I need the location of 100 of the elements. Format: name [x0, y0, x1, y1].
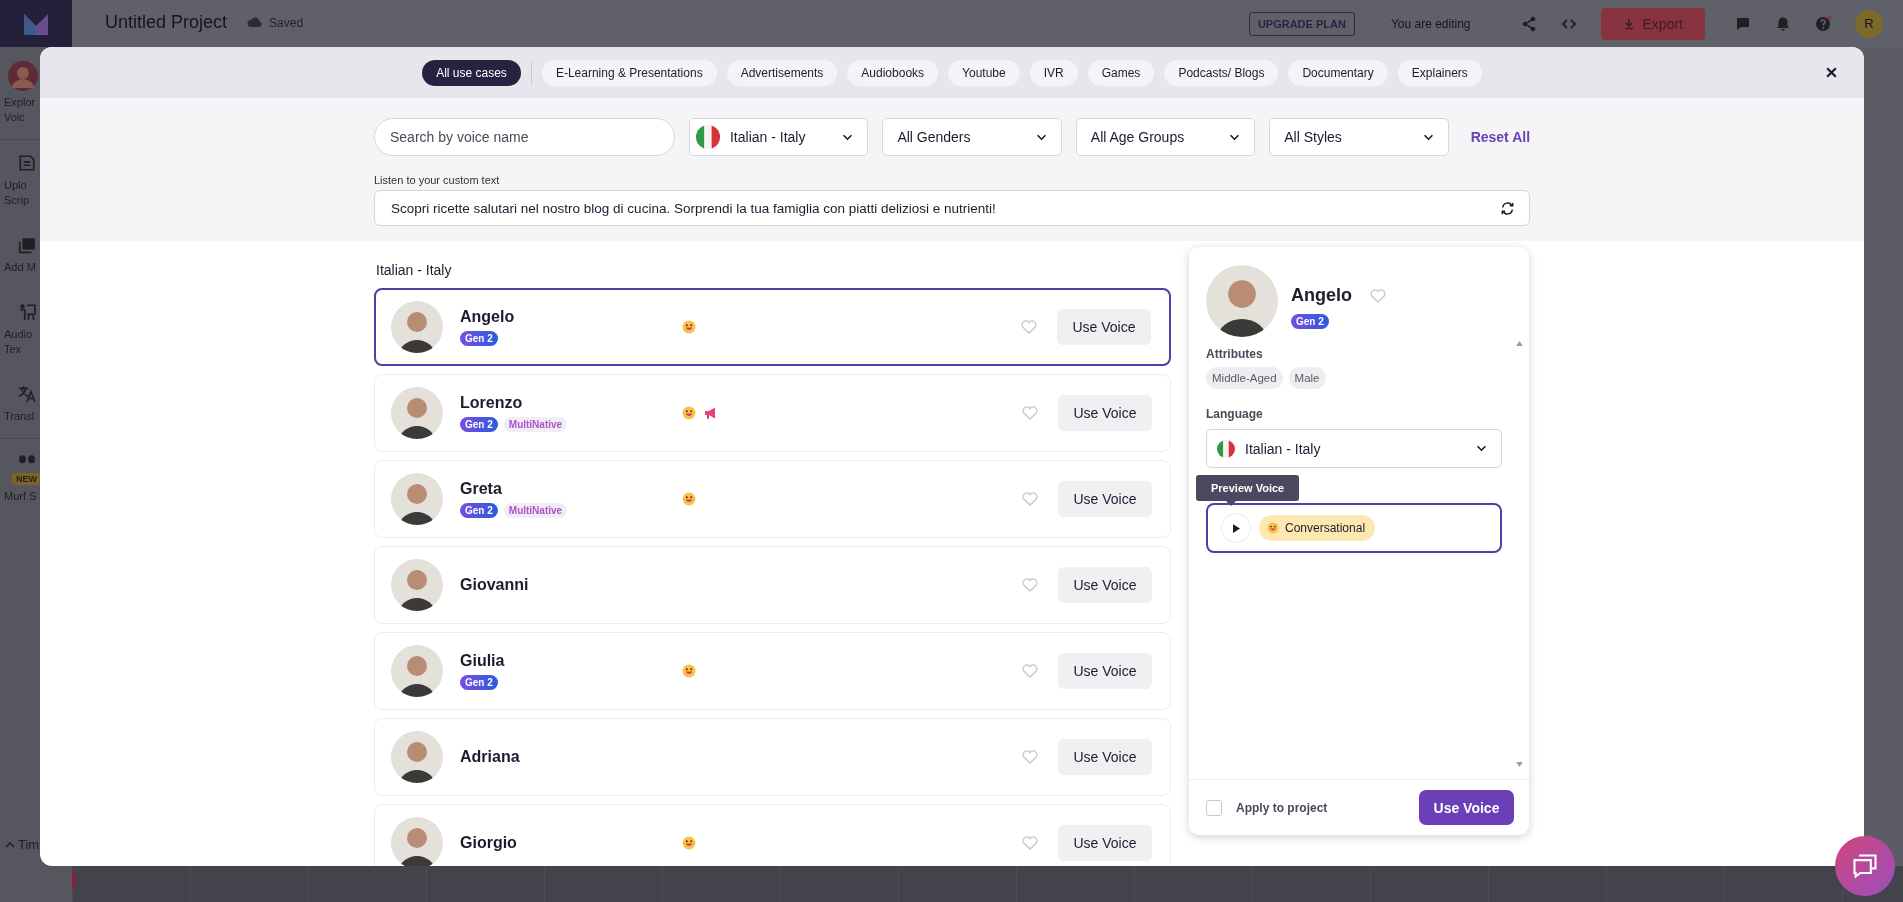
use-voice-button[interactable]: Use Voice — [1058, 481, 1152, 517]
translate-icon[interactable] — [18, 385, 36, 403]
media-icon[interactable] — [18, 236, 36, 254]
language-label: Language — [1206, 407, 1264, 421]
style-option[interactable]: Conversational — [1206, 503, 1502, 553]
chevron-down-icon — [842, 133, 854, 141]
presenter-icon[interactable] — [18, 303, 36, 321]
voice-name: Giulia — [460, 652, 506, 670]
use-voice-button[interactable]: Use Voice — [1058, 739, 1152, 775]
use-voice-button[interactable]: Use Voice — [1419, 790, 1514, 825]
share-icon[interactable] — [1520, 15, 1537, 32]
apply-checkbox[interactable] — [1206, 799, 1222, 816]
italy-flag-icon — [1217, 439, 1235, 458]
voice-card[interactable]: Greta Gen 2 MultiNative Use Voice — [374, 460, 1171, 538]
use-voice-button[interactable]: Use Voice — [1058, 653, 1152, 689]
use-case-tab[interactable]: Explainers — [1397, 59, 1482, 86]
heart-icon[interactable] — [1022, 750, 1038, 764]
play-icon — [1232, 523, 1240, 533]
custom-text-field[interactable]: Scopri ricette salutari nel nostro blog di cucina. Sorprendi la tua famiglia con piatti deliziosi e nutrienti! — [374, 190, 1530, 226]
filter-dropdown[interactable]: All Styles — [1269, 118, 1449, 156]
use-case-tab[interactable]: Audiobooks — [847, 59, 939, 86]
voice-card[interactable]: Angelo Gen 2 Use Voice — [374, 288, 1171, 366]
use-case-tab[interactable]: E-Learning & Presentations — [541, 59, 717, 86]
attribute-tag: Middle-Aged — [1206, 367, 1283, 389]
heart-icon[interactable] — [1021, 320, 1037, 334]
voice-card[interactable]: Giovanni Use Voice — [374, 546, 1171, 624]
use-case-tab[interactable]: Documentary — [1288, 59, 1388, 86]
multinative-badge: MultiNative — [503, 503, 568, 518]
avatar[interactable] — [8, 61, 38, 91]
voice-card[interactable]: Adriana Use Voice — [374, 718, 1171, 796]
voice-card[interactable]: Giulia Gen 2 Use Voice — [374, 632, 1171, 710]
list-heading: Italian - Italy — [375, 262, 453, 278]
use-case-tab[interactable]: All use cases — [422, 59, 521, 86]
use-voice-button[interactable]: Use Voice — [1057, 309, 1151, 345]
chevron-down-icon — [1229, 133, 1241, 141]
heart-icon[interactable] — [1022, 406, 1038, 420]
heart-icon[interactable] — [1022, 836, 1038, 850]
refresh-icon[interactable] — [1500, 200, 1515, 216]
custom-text-label: Listen to your custom text — [374, 174, 501, 186]
tooltip: Preview Voice — [1196, 475, 1300, 501]
cloud-icon — [247, 17, 264, 28]
smiley-icon — [682, 664, 696, 678]
voice-name: Giovanni — [460, 576, 530, 594]
close-icon[interactable] — [1825, 66, 1838, 79]
play-button[interactable] — [1221, 513, 1251, 543]
heart-icon[interactable] — [1022, 492, 1038, 506]
chat-icon[interactable] — [1735, 15, 1751, 32]
voice-name: Adriana — [460, 748, 521, 766]
multinative-badge: MultiNative — [503, 417, 568, 432]
avatar — [391, 559, 443, 611]
save-status: Saved — [269, 15, 304, 30]
chevron-down-icon — [1476, 445, 1487, 452]
caret-icon[interactable] — [5, 841, 15, 848]
use-case-tab[interactable]: Games — [1087, 59, 1155, 86]
attribute-tag: Male — [1288, 367, 1326, 389]
tooltip-pointer — [1226, 501, 1236, 506]
reset-all-link[interactable]: Reset All — [1470, 129, 1531, 145]
voice-name: Angelo — [1291, 285, 1352, 306]
playhead-marker — [72, 870, 76, 890]
gen-badge: Gen 2 — [460, 675, 498, 690]
use-case-tab[interactable]: IVR — [1029, 59, 1078, 86]
scroll-up-icon[interactable] — [1516, 341, 1523, 346]
use-case-tab[interactable]: Podcasts/ Blogs — [1164, 59, 1279, 86]
language-dropdown[interactable]: Italian - Italy — [1206, 429, 1502, 468]
avatar — [391, 301, 443, 353]
bell-icon[interactable] — [1775, 15, 1791, 32]
heart-icon[interactable] — [1370, 288, 1386, 303]
heart-icon[interactable] — [1022, 664, 1038, 678]
editing-label: You are editing — [1390, 16, 1471, 31]
use-voice-button[interactable]: Use Voice — [1058, 567, 1152, 603]
download-icon — [1622, 17, 1635, 30]
use-voice-button[interactable]: Use Voice — [1058, 825, 1152, 861]
smiley-icon — [682, 406, 696, 420]
italy-flag-icon — [695, 125, 720, 149]
avatar — [391, 731, 443, 783]
style-label: Conversational — [1285, 521, 1366, 535]
filter-dropdown[interactable]: All Age Groups — [1075, 118, 1256, 156]
smiley-icon — [682, 492, 696, 506]
voice-card[interactable]: Lorenzo Gen 2 MultiNative Use Voice — [374, 374, 1171, 452]
use-voice-button[interactable]: Use Voice — [1058, 395, 1152, 431]
voice-card[interactable]: Giorgio Use Voice — [374, 804, 1171, 866]
avatar — [391, 645, 443, 697]
avatar — [1206, 265, 1278, 337]
filter-dropdown[interactable]: All Genders — [882, 118, 1062, 156]
filter-dropdown[interactable]: Italian - Italy — [688, 118, 869, 156]
search-field[interactable]: Search by voice name — [374, 118, 675, 156]
avatar — [391, 387, 443, 439]
smiley-icon — [1267, 522, 1279, 534]
voice-name: Lorenzo — [460, 394, 524, 412]
scroll-down-icon[interactable] — [1516, 762, 1523, 767]
gen-badge: Gen 2 — [460, 503, 498, 518]
apply-label[interactable]: Apply to project — [1236, 800, 1328, 815]
help-icon[interactable] — [1815, 15, 1831, 32]
avatar — [391, 473, 443, 525]
heart-icon[interactable] — [1022, 578, 1038, 592]
use-case-tab[interactable]: Youtube — [948, 59, 1020, 86]
chevron-down-icon — [1422, 133, 1434, 141]
use-case-tab[interactable]: Advertisements — [726, 59, 838, 86]
chevron-down-icon — [1035, 133, 1047, 141]
document-icon[interactable] — [18, 154, 36, 172]
